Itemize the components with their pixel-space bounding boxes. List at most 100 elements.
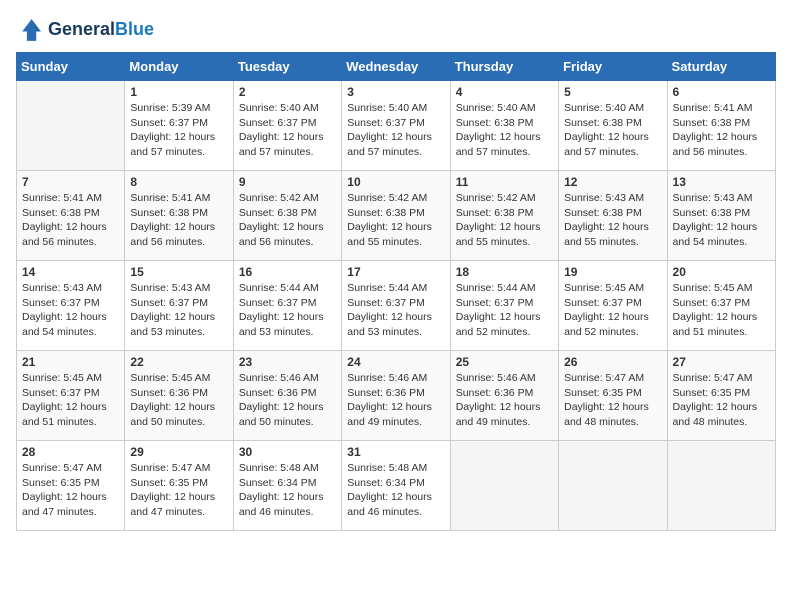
day-info: Sunrise: 5:42 AM Sunset: 6:38 PM Dayligh… <box>347 191 444 250</box>
day-number: 15 <box>130 265 227 279</box>
day-number: 2 <box>239 85 336 99</box>
day-number: 16 <box>239 265 336 279</box>
calendar-cell: 23 Sunrise: 5:46 AM Sunset: 6:36 PM Dayl… <box>233 351 341 441</box>
calendar-table: SundayMondayTuesdayWednesdayThursdayFrid… <box>16 52 776 531</box>
day-number: 21 <box>22 355 119 369</box>
day-info: Sunrise: 5:47 AM Sunset: 6:35 PM Dayligh… <box>673 371 770 430</box>
calendar-week-2: 7 Sunrise: 5:41 AM Sunset: 6:38 PM Dayli… <box>17 171 776 261</box>
day-info: Sunrise: 5:44 AM Sunset: 6:37 PM Dayligh… <box>239 281 336 340</box>
calendar-cell: 6 Sunrise: 5:41 AM Sunset: 6:38 PM Dayli… <box>667 81 775 171</box>
day-number: 26 <box>564 355 661 369</box>
calendar-cell: 1 Sunrise: 5:39 AM Sunset: 6:37 PM Dayli… <box>125 81 233 171</box>
calendar-week-3: 14 Sunrise: 5:43 AM Sunset: 6:37 PM Dayl… <box>17 261 776 351</box>
calendar-week-5: 28 Sunrise: 5:47 AM Sunset: 6:35 PM Dayl… <box>17 441 776 531</box>
calendar-cell: 18 Sunrise: 5:44 AM Sunset: 6:37 PM Dayl… <box>450 261 558 351</box>
calendar-cell: 9 Sunrise: 5:42 AM Sunset: 6:38 PM Dayli… <box>233 171 341 261</box>
logo-text: GeneralBlue <box>48 20 154 40</box>
day-number: 3 <box>347 85 444 99</box>
day-info: Sunrise: 5:40 AM Sunset: 6:37 PM Dayligh… <box>347 101 444 160</box>
logo: GeneralBlue <box>16 16 154 44</box>
day-number: 8 <box>130 175 227 189</box>
column-header-sunday: Sunday <box>17 53 125 81</box>
day-info: Sunrise: 5:45 AM Sunset: 6:37 PM Dayligh… <box>22 371 119 430</box>
column-header-tuesday: Tuesday <box>233 53 341 81</box>
day-info: Sunrise: 5:40 AM Sunset: 6:38 PM Dayligh… <box>456 101 553 160</box>
logo-icon <box>16 16 44 44</box>
calendar-cell: 17 Sunrise: 5:44 AM Sunset: 6:37 PM Dayl… <box>342 261 450 351</box>
day-info: Sunrise: 5:43 AM Sunset: 6:37 PM Dayligh… <box>130 281 227 340</box>
day-info: Sunrise: 5:44 AM Sunset: 6:37 PM Dayligh… <box>456 281 553 340</box>
calendar-cell: 29 Sunrise: 5:47 AM Sunset: 6:35 PM Dayl… <box>125 441 233 531</box>
day-number: 5 <box>564 85 661 99</box>
day-number: 27 <box>673 355 770 369</box>
day-number: 28 <box>22 445 119 459</box>
logo-blue: Blue <box>115 19 154 39</box>
day-number: 22 <box>130 355 227 369</box>
day-number: 6 <box>673 85 770 99</box>
calendar-cell: 11 Sunrise: 5:42 AM Sunset: 6:38 PM Dayl… <box>450 171 558 261</box>
day-info: Sunrise: 5:45 AM Sunset: 6:37 PM Dayligh… <box>673 281 770 340</box>
column-header-monday: Monday <box>125 53 233 81</box>
day-info: Sunrise: 5:41 AM Sunset: 6:38 PM Dayligh… <box>130 191 227 250</box>
day-number: 20 <box>673 265 770 279</box>
calendar-cell: 15 Sunrise: 5:43 AM Sunset: 6:37 PM Dayl… <box>125 261 233 351</box>
calendar-cell <box>559 441 667 531</box>
day-info: Sunrise: 5:47 AM Sunset: 6:35 PM Dayligh… <box>22 461 119 520</box>
day-number: 14 <box>22 265 119 279</box>
day-info: Sunrise: 5:47 AM Sunset: 6:35 PM Dayligh… <box>564 371 661 430</box>
calendar-cell: 2 Sunrise: 5:40 AM Sunset: 6:37 PM Dayli… <box>233 81 341 171</box>
day-info: Sunrise: 5:40 AM Sunset: 6:38 PM Dayligh… <box>564 101 661 160</box>
calendar-cell: 5 Sunrise: 5:40 AM Sunset: 6:38 PM Dayli… <box>559 81 667 171</box>
day-number: 19 <box>564 265 661 279</box>
day-number: 10 <box>347 175 444 189</box>
day-number: 25 <box>456 355 553 369</box>
day-number: 31 <box>347 445 444 459</box>
calendar-header-row: SundayMondayTuesdayWednesdayThursdayFrid… <box>17 53 776 81</box>
calendar-cell: 12 Sunrise: 5:43 AM Sunset: 6:38 PM Dayl… <box>559 171 667 261</box>
day-info: Sunrise: 5:46 AM Sunset: 6:36 PM Dayligh… <box>239 371 336 430</box>
calendar-week-1: 1 Sunrise: 5:39 AM Sunset: 6:37 PM Dayli… <box>17 81 776 171</box>
calendar-cell: 3 Sunrise: 5:40 AM Sunset: 6:37 PM Dayli… <box>342 81 450 171</box>
day-number: 24 <box>347 355 444 369</box>
day-number: 4 <box>456 85 553 99</box>
calendar-cell: 16 Sunrise: 5:44 AM Sunset: 6:37 PM Dayl… <box>233 261 341 351</box>
calendar-cell: 14 Sunrise: 5:43 AM Sunset: 6:37 PM Dayl… <box>17 261 125 351</box>
calendar-cell: 13 Sunrise: 5:43 AM Sunset: 6:38 PM Dayl… <box>667 171 775 261</box>
calendar-week-4: 21 Sunrise: 5:45 AM Sunset: 6:37 PM Dayl… <box>17 351 776 441</box>
day-number: 17 <box>347 265 444 279</box>
day-info: Sunrise: 5:46 AM Sunset: 6:36 PM Dayligh… <box>456 371 553 430</box>
day-number: 13 <box>673 175 770 189</box>
calendar-cell: 19 Sunrise: 5:45 AM Sunset: 6:37 PM Dayl… <box>559 261 667 351</box>
day-info: Sunrise: 5:42 AM Sunset: 6:38 PM Dayligh… <box>239 191 336 250</box>
column-header-saturday: Saturday <box>667 53 775 81</box>
calendar-cell: 22 Sunrise: 5:45 AM Sunset: 6:36 PM Dayl… <box>125 351 233 441</box>
calendar-cell: 26 Sunrise: 5:47 AM Sunset: 6:35 PM Dayl… <box>559 351 667 441</box>
day-number: 30 <box>239 445 336 459</box>
calendar-cell: 7 Sunrise: 5:41 AM Sunset: 6:38 PM Dayli… <box>17 171 125 261</box>
day-number: 11 <box>456 175 553 189</box>
day-info: Sunrise: 5:48 AM Sunset: 6:34 PM Dayligh… <box>347 461 444 520</box>
day-info: Sunrise: 5:46 AM Sunset: 6:36 PM Dayligh… <box>347 371 444 430</box>
calendar-cell: 21 Sunrise: 5:45 AM Sunset: 6:37 PM Dayl… <box>17 351 125 441</box>
calendar-cell: 28 Sunrise: 5:47 AM Sunset: 6:35 PM Dayl… <box>17 441 125 531</box>
day-info: Sunrise: 5:44 AM Sunset: 6:37 PM Dayligh… <box>347 281 444 340</box>
day-info: Sunrise: 5:43 AM Sunset: 6:37 PM Dayligh… <box>22 281 119 340</box>
day-info: Sunrise: 5:43 AM Sunset: 6:38 PM Dayligh… <box>673 191 770 250</box>
day-info: Sunrise: 5:41 AM Sunset: 6:38 PM Dayligh… <box>673 101 770 160</box>
calendar-cell: 20 Sunrise: 5:45 AM Sunset: 6:37 PM Dayl… <box>667 261 775 351</box>
calendar-cell: 25 Sunrise: 5:46 AM Sunset: 6:36 PM Dayl… <box>450 351 558 441</box>
calendar-cell: 31 Sunrise: 5:48 AM Sunset: 6:34 PM Dayl… <box>342 441 450 531</box>
calendar-cell: 8 Sunrise: 5:41 AM Sunset: 6:38 PM Dayli… <box>125 171 233 261</box>
calendar-cell: 27 Sunrise: 5:47 AM Sunset: 6:35 PM Dayl… <box>667 351 775 441</box>
day-number: 9 <box>239 175 336 189</box>
calendar-cell: 24 Sunrise: 5:46 AM Sunset: 6:36 PM Dayl… <box>342 351 450 441</box>
calendar-cell: 10 Sunrise: 5:42 AM Sunset: 6:38 PM Dayl… <box>342 171 450 261</box>
calendar-cell: 4 Sunrise: 5:40 AM Sunset: 6:38 PM Dayli… <box>450 81 558 171</box>
day-info: Sunrise: 5:39 AM Sunset: 6:37 PM Dayligh… <box>130 101 227 160</box>
column-header-wednesday: Wednesday <box>342 53 450 81</box>
day-number: 12 <box>564 175 661 189</box>
column-header-friday: Friday <box>559 53 667 81</box>
day-info: Sunrise: 5:47 AM Sunset: 6:35 PM Dayligh… <box>130 461 227 520</box>
page-header: GeneralBlue <box>16 16 776 44</box>
day-number: 29 <box>130 445 227 459</box>
